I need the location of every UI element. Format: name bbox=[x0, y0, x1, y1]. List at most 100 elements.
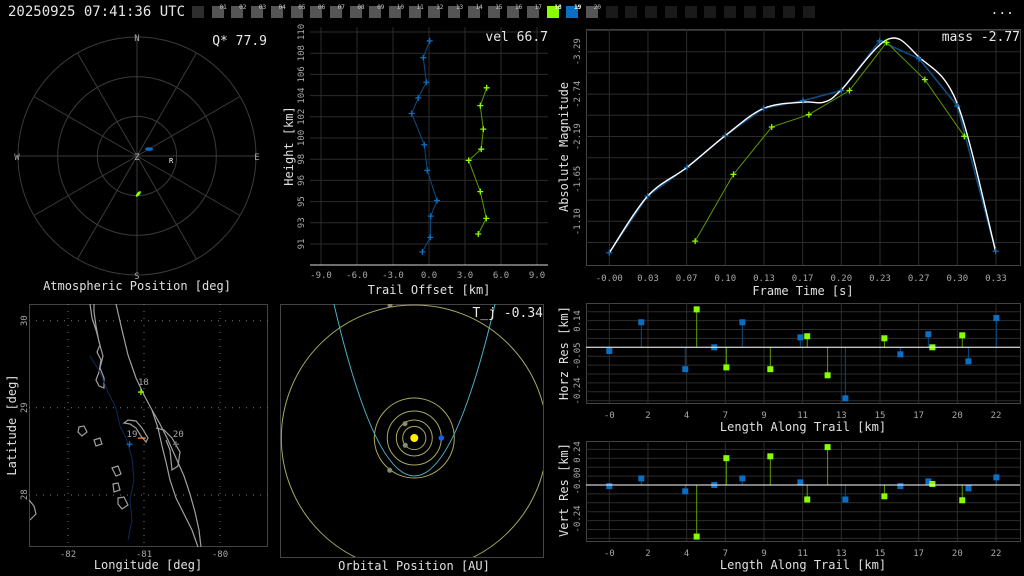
x-tick-label: -3.0 bbox=[382, 271, 404, 281]
residual-point bbox=[804, 496, 811, 503]
y-tick-label: 93 bbox=[297, 217, 307, 228]
x-tick-label: 0.07 bbox=[676, 274, 698, 284]
series_b-point bbox=[475, 230, 482, 237]
cardinal-z: Z bbox=[134, 153, 140, 163]
plot-frame bbox=[586, 29, 1021, 266]
y-tick-label: 0.24 bbox=[573, 441, 583, 463]
residual-point bbox=[993, 315, 1000, 322]
atmospheric-position-panel: NSEW Z R bbox=[14, 34, 259, 282]
azimuth-line bbox=[33, 96, 138, 157]
series-1-line bbox=[694, 41, 965, 242]
mercury-marker bbox=[402, 442, 408, 448]
series_a-point bbox=[421, 141, 428, 148]
azimuth-line bbox=[136, 52, 197, 157]
y-tick-label: 106 bbox=[297, 66, 307, 82]
map-frame bbox=[29, 304, 268, 547]
y-tick-label: 104 bbox=[297, 87, 307, 103]
azimuth-line bbox=[77, 155, 138, 260]
x-tick-label: 0.0 bbox=[421, 271, 437, 281]
y-tick-label: 110 bbox=[297, 24, 307, 40]
y-tick-label: -0.24 bbox=[573, 377, 583, 404]
map-graticule bbox=[29, 304, 268, 547]
series_a-point bbox=[426, 37, 433, 44]
horz-res-ylabel: Horz Res [km] bbox=[557, 306, 571, 400]
residual-point bbox=[965, 358, 972, 365]
x-tick-label: -0.00 bbox=[596, 274, 623, 284]
series_a-point bbox=[423, 79, 430, 86]
azimuth-line bbox=[136, 96, 241, 157]
y-tick-label: 96 bbox=[297, 175, 307, 186]
residual-point bbox=[881, 335, 888, 342]
horz-res-xlabel: Length Along Trail [km] bbox=[720, 420, 886, 434]
velocity-annotation: vel 66.7 bbox=[485, 30, 548, 45]
residual-point bbox=[959, 497, 966, 504]
orbit-frame bbox=[280, 304, 544, 558]
end_point-label: 20 bbox=[173, 430, 184, 440]
x-tick-label: 0.27 bbox=[908, 274, 930, 284]
x-tick-label: 0.17 bbox=[792, 274, 814, 284]
residual-point bbox=[881, 493, 888, 500]
coastline bbox=[28, 303, 202, 548]
height-ylabel: Height [km] bbox=[282, 106, 296, 185]
residual-point bbox=[897, 351, 904, 358]
residual-point bbox=[804, 333, 811, 340]
plot-frame bbox=[586, 303, 1021, 404]
series_b-point bbox=[477, 102, 484, 109]
tisserand-annotation: T_j -0.34 bbox=[473, 306, 544, 321]
series_a-point bbox=[419, 248, 426, 255]
river bbox=[89, 355, 135, 541]
y-tick-label: 108 bbox=[297, 45, 307, 61]
series_b-point bbox=[480, 126, 487, 133]
x-tick-label: 17 bbox=[913, 549, 924, 559]
residual-point bbox=[767, 453, 774, 460]
q-star-annotation: Q* 77.9 bbox=[212, 34, 267, 49]
x-tick-label: 0.33 bbox=[985, 274, 1007, 284]
residual-point bbox=[993, 474, 1000, 481]
map-ylabel: Latitude [deg] bbox=[5, 374, 19, 475]
residual-point bbox=[682, 488, 689, 495]
dashboard-canvas: NSEW Z R Atmospheric Position [deg] Q* 77.… bbox=[5, 24, 1021, 573]
y-tick-label: 95 bbox=[297, 196, 307, 207]
series_a-point bbox=[427, 234, 434, 241]
sun-marker bbox=[410, 434, 419, 442]
x-tick-label: 9.0 bbox=[529, 271, 545, 281]
x-tick-label: 0.13 bbox=[753, 274, 775, 284]
station_b-label: 18 bbox=[138, 378, 149, 388]
station_a-label: 19 bbox=[127, 430, 138, 440]
series_a-point bbox=[420, 54, 427, 61]
vertical-residual-chart: -0 2 4 7 9 11 13 15 17 20 220.24-0.00-0.24 bbox=[573, 441, 1021, 559]
residual-point bbox=[824, 372, 831, 379]
residual-point bbox=[638, 319, 645, 326]
mass-annotation: mass -2.77 bbox=[942, 30, 1020, 45]
x-tick-label: 22 bbox=[991, 411, 1002, 421]
radiant-marker: R bbox=[169, 157, 174, 165]
azimuth-line bbox=[33, 155, 138, 216]
series-0-point bbox=[992, 248, 999, 255]
residual-point bbox=[739, 475, 746, 482]
residual-point bbox=[723, 364, 730, 371]
earth-marker bbox=[438, 435, 445, 441]
residual-point bbox=[638, 475, 645, 482]
map-xlabel: Longitude [deg] bbox=[94, 558, 202, 572]
series-1-point bbox=[692, 238, 699, 245]
azimuth-line bbox=[136, 155, 197, 260]
light-curve-ylabel: Absolute Magnitude bbox=[557, 82, 571, 212]
series_b-point bbox=[477, 188, 484, 195]
residual-point bbox=[925, 331, 932, 338]
x-tick-label: 0.30 bbox=[946, 274, 968, 284]
jupiter-marker bbox=[387, 304, 393, 308]
x-tick-label: -0 bbox=[604, 411, 615, 421]
y-tick-label: -2.19 bbox=[573, 123, 583, 150]
station-a-track bbox=[145, 147, 154, 151]
venus-marker bbox=[402, 421, 408, 427]
residual-point bbox=[739, 319, 746, 326]
residual-point bbox=[929, 480, 936, 487]
y-tick-label: -0.05 bbox=[573, 342, 583, 369]
orbit-xlabel: Orbital Position [AU] bbox=[338, 559, 490, 573]
series_b-point bbox=[483, 84, 490, 91]
mars-marker bbox=[387, 467, 393, 473]
residual-point bbox=[842, 496, 849, 503]
light-curve-xlabel: Frame Time [s] bbox=[752, 284, 853, 298]
x-tick-label: 2 bbox=[645, 411, 650, 421]
y-tick-label: 30 bbox=[20, 315, 30, 326]
